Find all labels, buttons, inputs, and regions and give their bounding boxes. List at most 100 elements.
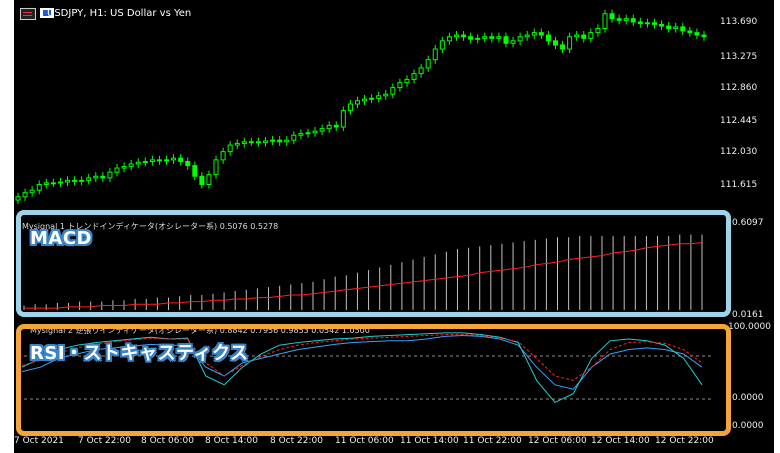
candle <box>588 28 594 43</box>
candle <box>432 44 438 64</box>
candle <box>128 159 134 171</box>
candle <box>581 30 587 43</box>
candle <box>623 14 629 25</box>
rsi-axis-mid: 0.0000 <box>732 393 764 403</box>
candle <box>425 55 431 73</box>
candle <box>602 9 608 33</box>
price-axis-label: 111.615 <box>720 180 758 190</box>
time-axis-label: 11 Oct 14:00 <box>400 436 459 446</box>
candle <box>121 162 127 173</box>
candle <box>142 157 148 167</box>
candle <box>666 21 672 33</box>
candle <box>312 127 318 137</box>
candle <box>29 186 35 197</box>
candle <box>284 136 290 146</box>
candle <box>164 155 170 165</box>
chart-properties-icon[interactable] <box>20 8 36 20</box>
candle <box>538 28 544 40</box>
candle <box>411 69 417 84</box>
candle <box>354 96 360 109</box>
rsi-axis-bottom: 0.0000 <box>732 421 764 431</box>
candle <box>489 32 495 43</box>
price-axis-label: 112.030 <box>720 147 758 157</box>
candle <box>475 34 481 44</box>
price-pane <box>15 9 707 205</box>
candle <box>404 75 410 87</box>
rsi-axis-top: 100.0000 <box>728 322 771 332</box>
candle <box>135 158 141 169</box>
candle <box>255 137 261 147</box>
candle <box>156 155 162 165</box>
price-axis-label: 113.690 <box>720 17 758 27</box>
candle <box>609 9 615 23</box>
candle <box>630 14 636 27</box>
time-axis-label: 7 Oct 2021 <box>14 436 64 446</box>
candle <box>439 36 445 54</box>
candle <box>524 30 530 41</box>
candle <box>192 161 198 181</box>
candle <box>171 154 177 164</box>
candle <box>298 129 304 140</box>
candle <box>36 180 42 195</box>
candle <box>248 137 254 146</box>
candle <box>517 32 523 45</box>
candle <box>659 20 665 31</box>
candle <box>241 137 247 148</box>
candle <box>199 172 205 189</box>
candle <box>468 32 474 44</box>
candle <box>340 106 346 132</box>
candle <box>595 24 601 37</box>
candle <box>57 177 63 187</box>
candle <box>397 78 403 92</box>
candle <box>326 121 332 133</box>
candle <box>694 28 700 40</box>
time-axis-label: 11 Oct 22:00 <box>463 436 522 446</box>
candle <box>616 14 622 25</box>
candle <box>227 140 233 156</box>
candle <box>390 83 396 99</box>
candle <box>383 90 389 100</box>
time-axis-label: 8 Oct 06:00 <box>141 436 194 446</box>
candle <box>291 131 297 145</box>
candle <box>263 136 269 147</box>
macd-callout-frame <box>16 210 731 317</box>
candle <box>418 63 424 78</box>
price-axis-label: 112.445 <box>720 116 758 126</box>
candle <box>178 154 184 166</box>
candle <box>552 36 558 50</box>
candle <box>510 36 516 48</box>
time-axis-label: 8 Oct 22:00 <box>270 436 323 446</box>
candle <box>79 176 85 186</box>
candle <box>305 128 311 138</box>
candle <box>234 139 240 150</box>
candle <box>220 147 226 164</box>
time-axis-label: 8 Oct 14:00 <box>205 436 258 446</box>
candle <box>376 91 382 103</box>
rsi-callout-label: RSI・ストキャスティクス <box>30 343 249 364</box>
time-axis-label: 7 Oct 22:00 <box>78 436 131 446</box>
candle <box>701 30 707 41</box>
candle <box>567 32 573 54</box>
candle <box>560 40 566 54</box>
candle <box>213 155 219 179</box>
candle <box>100 172 106 183</box>
candle <box>270 136 276 146</box>
candle <box>107 168 113 183</box>
candle <box>114 163 120 177</box>
macd-axis-bottom: 0.0161 <box>732 310 764 320</box>
candle <box>461 30 467 41</box>
candle <box>319 124 325 136</box>
candle <box>545 30 551 45</box>
candle <box>362 95 368 105</box>
candle <box>651 18 657 29</box>
time-axis-label: 11 Oct 06:00 <box>335 436 394 446</box>
candle <box>333 121 339 132</box>
candle <box>43 178 49 189</box>
candle <box>496 32 502 43</box>
candle <box>149 155 155 166</box>
candle <box>644 18 650 28</box>
price-axis-label: 113.275 <box>720 52 758 62</box>
candle <box>65 176 71 187</box>
symbol-title: USDJPY, H1: US Dollar vs Yen <box>47 8 192 19</box>
candle <box>453 30 459 41</box>
